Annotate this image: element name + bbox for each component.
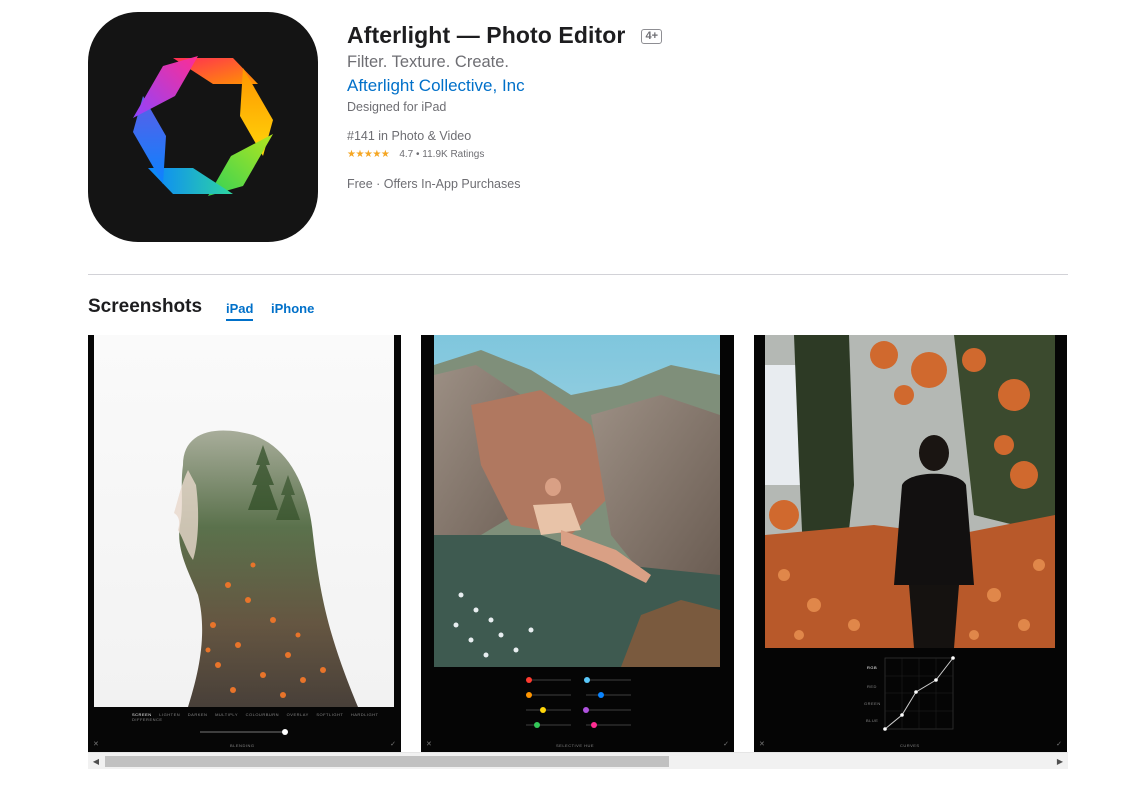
- scroll-left-arrow-icon[interactable]: ◀: [91, 756, 101, 767]
- double-exposure-portrait-image: [88, 335, 401, 752]
- check-icon: ✓: [390, 741, 396, 748]
- curve-label-red: RED: [867, 684, 877, 689]
- screenshots-scrollbar[interactable]: ◀ ▶: [88, 752, 1068, 769]
- afterlight-aperture-icon: [133, 56, 273, 196]
- curve-label-blue: BLUE: [866, 718, 879, 723]
- blend-mode-item: COLOURBURN: [245, 712, 280, 717]
- bottom-label: CURVES: [900, 743, 920, 748]
- app-icon: [88, 12, 318, 242]
- bottom-label: BLENDING: [230, 743, 255, 748]
- rating-text: 4.7 • 11.9K Ratings: [399, 149, 485, 160]
- screenshot-2[interactable]: SELECTIVE HUE ✕ ✓: [421, 335, 734, 752]
- star-rating-icon: ★★★★★: [347, 149, 390, 160]
- close-icon: ✕: [426, 741, 432, 748]
- app-subtitle: Filter. Texture. Create.: [347, 53, 510, 71]
- curve-label-green: GREEN: [864, 701, 881, 706]
- scrollbar-thumb[interactable]: [105, 756, 669, 767]
- section-divider: [88, 274, 1068, 275]
- blend-mode-item: HARDLIGHT: [350, 712, 379, 717]
- close-icon: ✕: [93, 741, 99, 748]
- blend-mode-item: DARKEN: [187, 712, 208, 717]
- app-title: Afterlight — Photo Editor: [347, 22, 626, 48]
- screenshot-3[interactable]: RGB RED GREEN BLUE CURVES ✕ ✓: [754, 335, 1067, 752]
- developer-link[interactable]: Afterlight Collective, Inc: [347, 76, 525, 96]
- tab-ipad[interactable]: iPad: [226, 301, 254, 321]
- screenshot-1[interactable]: SCREEN LIGHTEN DARKEN MULTIPLY COLOURBUR…: [88, 335, 401, 752]
- blend-mode-item: MULTIPLY: [215, 712, 238, 717]
- rating-row: ★★★★★ 4.7 • 11.9K Ratings: [347, 149, 484, 160]
- check-icon: ✓: [1056, 741, 1062, 748]
- bottom-label: SELECTIVE HUE: [556, 743, 595, 748]
- age-rating-badge: 4+: [641, 29, 663, 44]
- blend-mode-list: SCREEN LIGHTEN DARKEN MULTIPLY COLOURBUR…: [132, 712, 401, 722]
- chart-rank: #141 in Photo & Video: [347, 129, 472, 143]
- designed-for-label: Designed for iPad: [347, 100, 447, 114]
- blend-mode-item: DIFFERENCE: [132, 717, 163, 722]
- blend-mode-item: SOFTLIGHT: [316, 712, 344, 717]
- blend-mode-item: OVERLAY: [286, 712, 309, 717]
- close-icon: ✕: [759, 741, 765, 748]
- price-label: Free · Offers In-App Purchases: [347, 177, 521, 191]
- tab-iphone[interactable]: iPhone: [271, 301, 314, 319]
- autumn-person-walking-image: [754, 335, 1067, 752]
- curve-label-rgb: RGB: [867, 665, 878, 670]
- app-title-row: Afterlight — Photo Editor 4+: [347, 22, 663, 49]
- scroll-right-arrow-icon[interactable]: ▶: [1055, 756, 1065, 767]
- check-icon: ✓: [723, 741, 729, 748]
- screenshots-heading: Screenshots: [88, 296, 203, 317]
- girl-on-rocks-image: [421, 335, 734, 752]
